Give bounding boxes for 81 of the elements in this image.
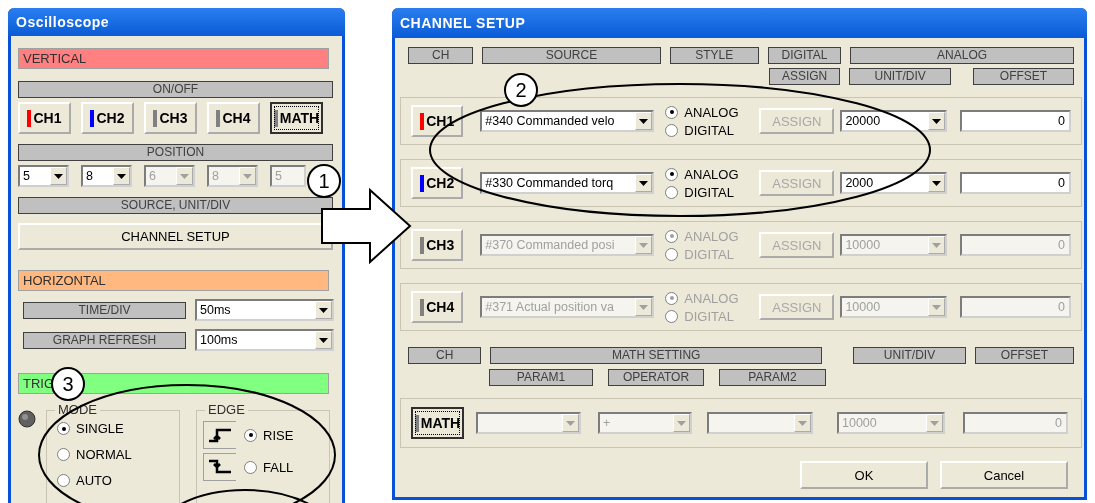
dropdown-arrow-icon bbox=[932, 180, 942, 186]
dropdown[interactable] bbox=[707, 412, 813, 434]
dropdown-arrow-icon bbox=[639, 242, 649, 248]
callout-number: 2 bbox=[504, 73, 538, 107]
section-label: POSITION bbox=[18, 144, 333, 161]
section-label: GRAPH REFRESH bbox=[23, 331, 186, 349]
section-label: DIGITAL bbox=[767, 47, 842, 64]
dropdown[interactable]: 50ms bbox=[195, 299, 334, 321]
dropdown-arrow-icon bbox=[243, 173, 252, 179]
radio-button[interactable]: AUTO bbox=[57, 473, 179, 488]
channel-setup-button[interactable]: CHANNEL SETUP bbox=[18, 223, 333, 250]
section-header: HORIZONTAL bbox=[18, 270, 329, 291]
section-label: CH bbox=[408, 47, 474, 64]
section-label: OFFSET bbox=[973, 68, 1074, 85]
radio-button[interactable]: RISE bbox=[244, 427, 294, 443]
section-label: PARAM2 bbox=[719, 369, 826, 386]
radio-button[interactable]: NORMAL bbox=[57, 447, 179, 462]
channel-button[interactable]: CH1 bbox=[18, 102, 71, 134]
radio-button[interactable]: SINGLE bbox=[57, 421, 179, 436]
section-label: STYLE bbox=[669, 47, 759, 64]
dropdown-arrow-icon bbox=[639, 118, 649, 124]
window-title: CHANNEL SETUP bbox=[392, 8, 1087, 38]
radio-button[interactable]: FALL bbox=[244, 459, 294, 475]
radio-button[interactable]: DIGITAL bbox=[665, 122, 760, 138]
channel-button[interactable]: CH2 bbox=[411, 167, 464, 199]
channel-button[interactable]: CH2 bbox=[81, 102, 134, 134]
dropdown[interactable]: #330 Commanded torq bbox=[480, 172, 655, 194]
radio-button[interactable]: DIGITAL bbox=[665, 184, 760, 200]
section-label: TIME/DIV bbox=[23, 301, 186, 319]
dropdown-arrow-icon bbox=[932, 118, 942, 124]
falling-edge-icon bbox=[208, 458, 232, 476]
channel-button[interactable]: CH4 bbox=[207, 102, 260, 134]
channel-button[interactable]: CH3 bbox=[144, 102, 197, 134]
section-label: ANALOG bbox=[850, 47, 1074, 64]
group-label: EDGE bbox=[205, 402, 248, 417]
section-label: OFFSET bbox=[974, 347, 1074, 364]
section-label: CH bbox=[408, 347, 482, 364]
section-label: MATH SETTING bbox=[490, 347, 823, 364]
channel-button[interactable]: MATH bbox=[270, 102, 323, 134]
channel-button[interactable]: MATH bbox=[411, 407, 464, 439]
section-label: UNIT/DIV bbox=[853, 347, 966, 364]
dialog-button[interactable]: OK bbox=[800, 461, 928, 489]
dialog-button[interactable]: Cancel bbox=[940, 461, 1068, 489]
dropdown[interactable]: 100ms bbox=[195, 329, 334, 351]
channel-button[interactable]: CH1 bbox=[411, 105, 464, 137]
dropdown-arrow-icon bbox=[932, 304, 942, 310]
dropdown-arrow-icon bbox=[639, 180, 649, 186]
section-label: ASSIGN bbox=[769, 68, 841, 85]
dropdown-arrow-icon bbox=[930, 420, 939, 426]
dropdown-arrow-icon bbox=[639, 304, 649, 310]
callout-number: 1 bbox=[307, 164, 341, 198]
section-header: VERTICAL bbox=[18, 48, 329, 69]
section-label: OPERATOR bbox=[608, 369, 704, 386]
dropdown-arrow-icon bbox=[54, 173, 63, 179]
dropdown-arrow-icon bbox=[319, 337, 328, 343]
section-label: ON/OFF bbox=[18, 81, 333, 98]
offset-field[interactable]: 0 bbox=[960, 110, 1072, 132]
section-label: UNIT/DIV bbox=[849, 68, 952, 85]
dropdown-arrow-icon bbox=[180, 173, 189, 179]
section-label: SOURCE bbox=[482, 47, 661, 64]
dropdown-arrow-icon bbox=[117, 173, 126, 179]
dropdown[interactable]: 8 bbox=[81, 165, 132, 187]
radio-button[interactable]: ANALOG bbox=[665, 166, 760, 182]
section-label: PARAM1 bbox=[489, 369, 593, 386]
dropdown[interactable]: 2000 bbox=[840, 172, 948, 194]
radio-button[interactable]: ANALOG bbox=[665, 104, 760, 120]
dropdown[interactable]: 20000 bbox=[840, 110, 948, 132]
dropdown[interactable]: #340 Commanded velo bbox=[480, 110, 655, 132]
dropdown-arrow-icon bbox=[677, 420, 686, 426]
dropdown-arrow-icon bbox=[932, 242, 942, 248]
callout-number: 3 bbox=[51, 367, 85, 401]
dropdown[interactable] bbox=[476, 412, 581, 434]
offset-field[interactable]: 0 bbox=[960, 172, 1072, 194]
rising-edge-icon bbox=[208, 426, 232, 444]
dropdown-arrow-icon bbox=[798, 420, 807, 426]
window-title: Oscilloscope bbox=[8, 8, 345, 36]
dropdown-arrow-icon bbox=[319, 307, 328, 313]
section-label: SOURCE, UNIT/DIV bbox=[18, 197, 333, 214]
indicator-light-icon bbox=[18, 410, 36, 428]
dropdown-arrow-icon bbox=[566, 420, 575, 426]
dropdown[interactable]: 5 bbox=[18, 165, 69, 187]
